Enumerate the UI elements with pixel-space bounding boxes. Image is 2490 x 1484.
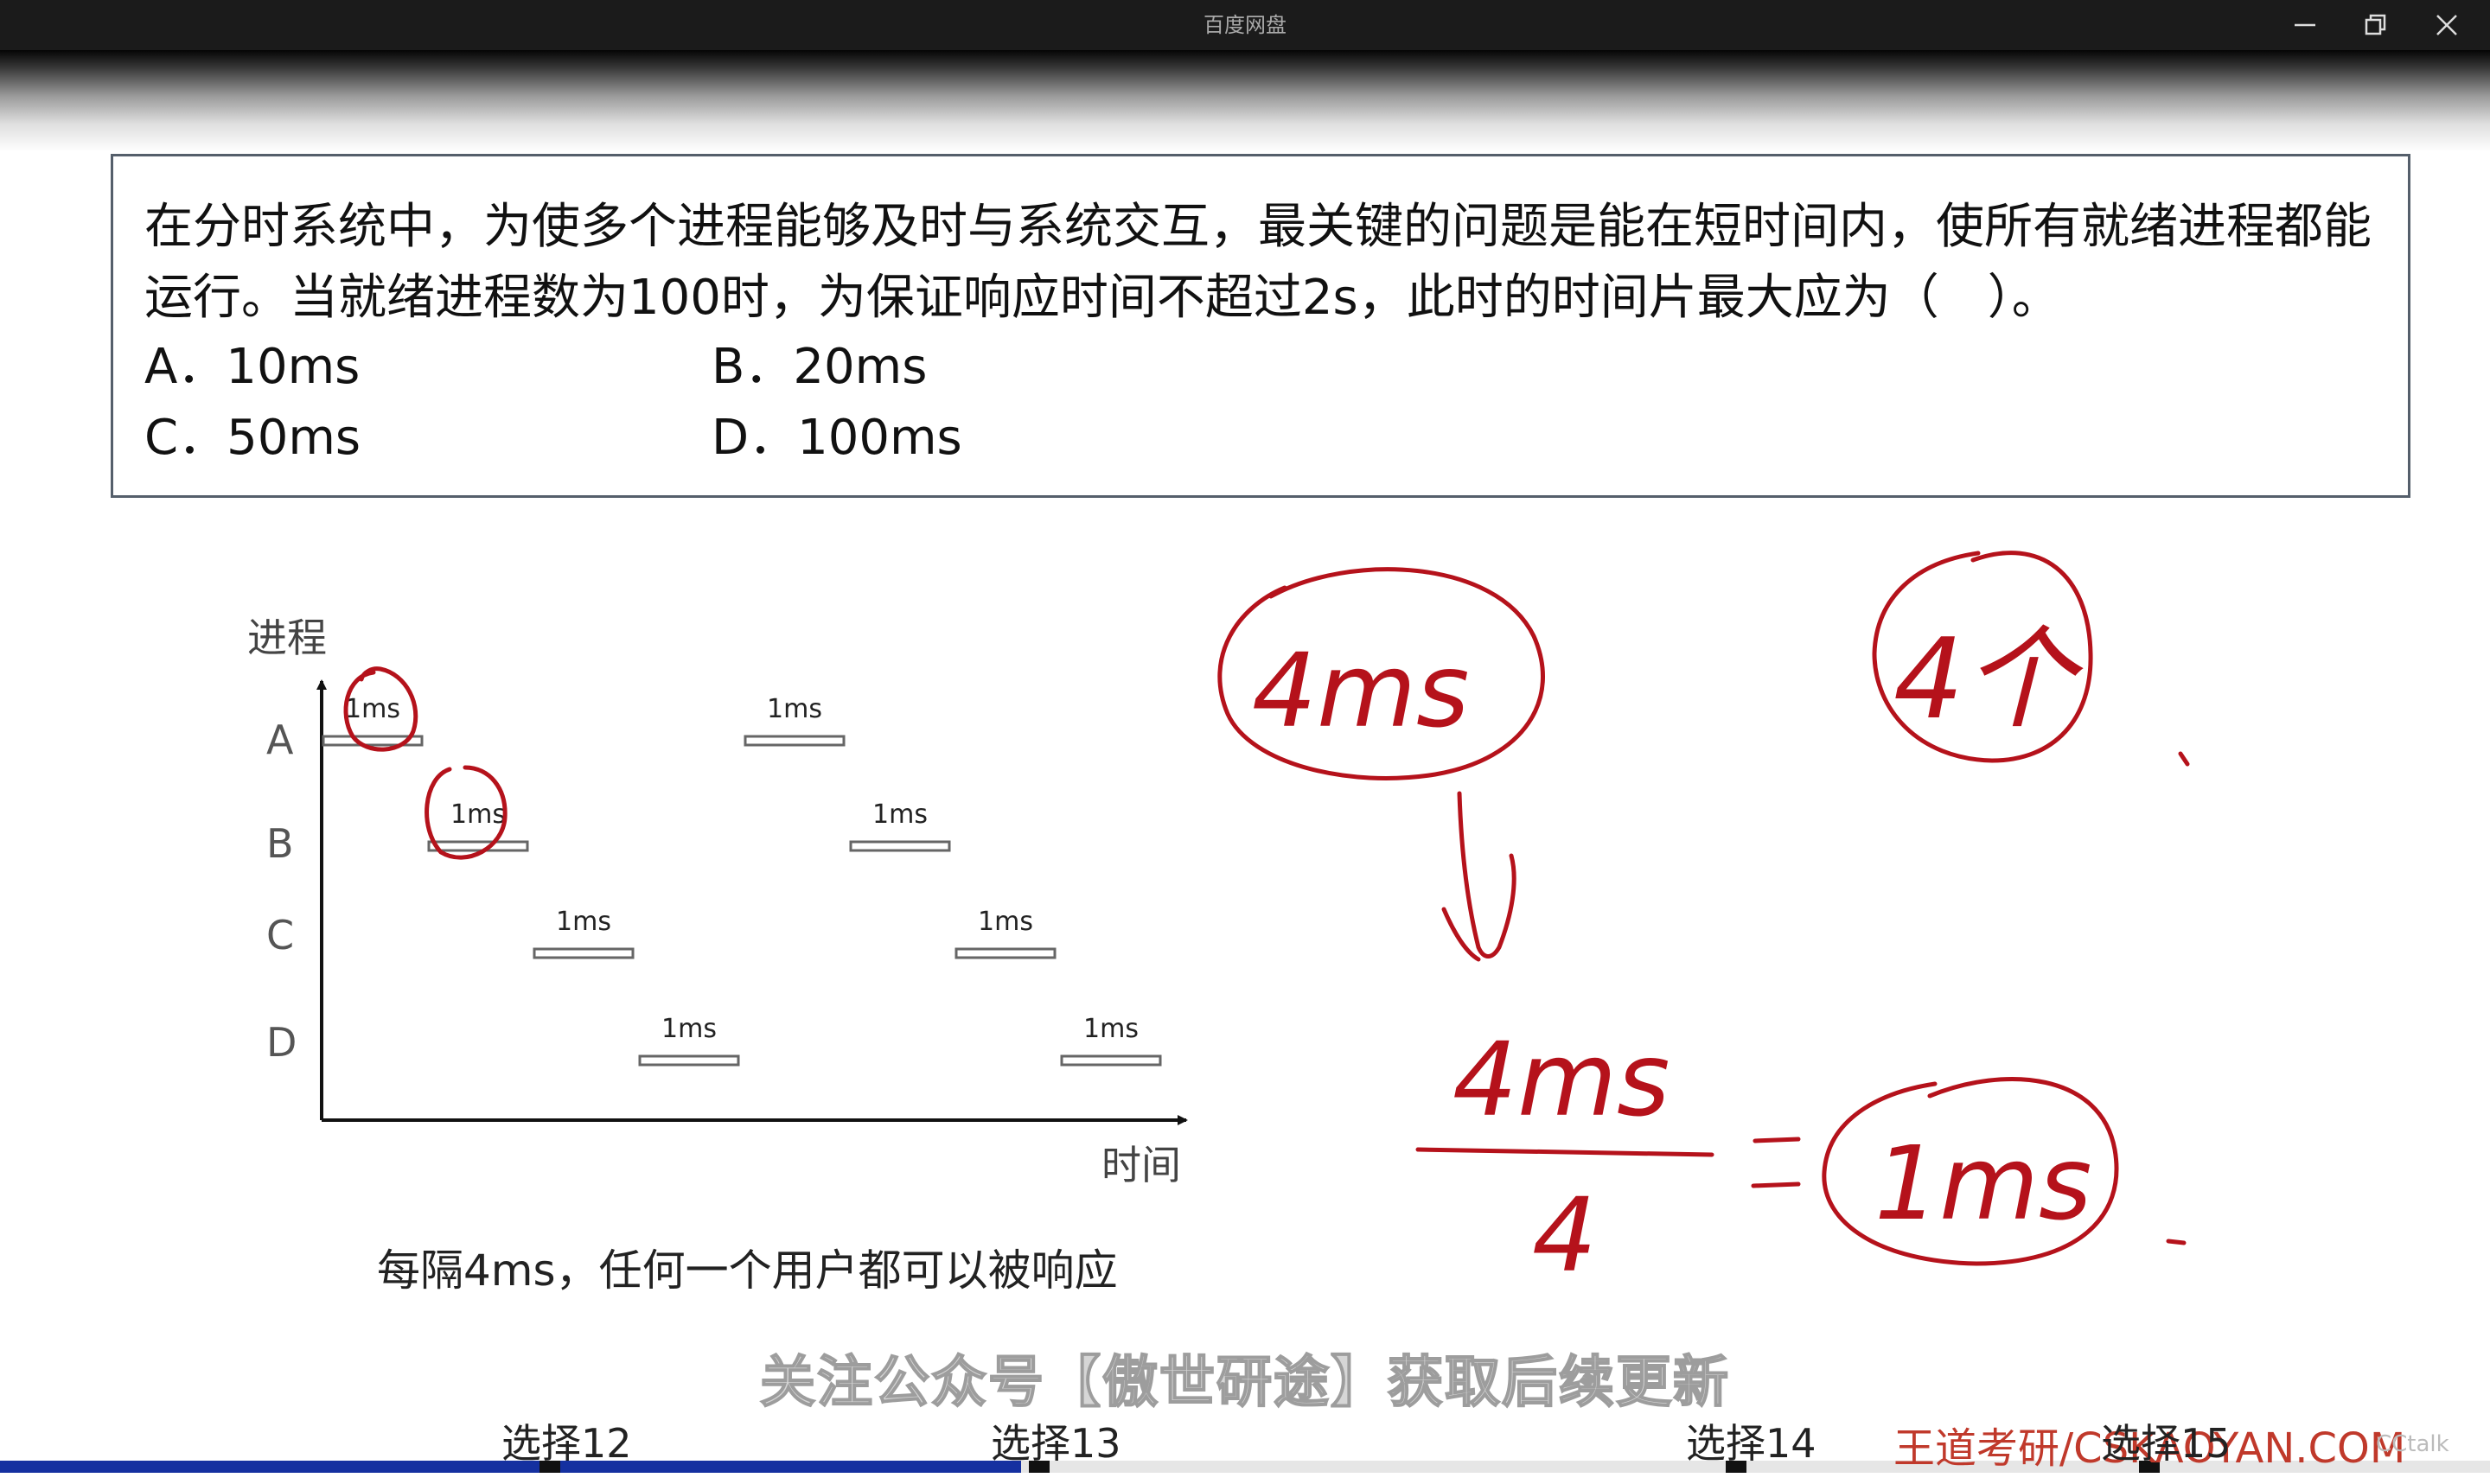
ink-result: 1ms bbox=[1874, 1124, 2092, 1243]
chapter-label-14[interactable]: 选择14 bbox=[1686, 1412, 1816, 1469]
ink-4ge: 4个 bbox=[1893, 615, 2084, 744]
chapter-label-13[interactable]: 选择13 bbox=[991, 1412, 1121, 1469]
diagram-caption: 每隔4ms，任何一个用户都可以被响应 bbox=[377, 1245, 1118, 1296]
ink-denominator: 4 bbox=[1532, 1175, 1597, 1295]
cctalk-watermark: CCtalk bbox=[2376, 1431, 2449, 1457]
chapter-label-15[interactable]: 选择15 bbox=[2101, 1412, 2231, 1469]
ink-4ms-top: 4ms bbox=[1252, 631, 1470, 750]
fraction-bar bbox=[1415, 1147, 1714, 1157]
handwriting-layer: 4ms 4个 4ms 4 1ms bbox=[343, 551, 2190, 1295]
subtitle-watermark: 关注公众号【傲世研途】获取后续更新 bbox=[759, 1350, 1730, 1416]
stray-mark-1 bbox=[2178, 751, 2190, 767]
circle-a-slice bbox=[343, 666, 418, 752]
chapter-label-12[interactable]: 选择12 bbox=[501, 1412, 632, 1469]
circle-b-slice bbox=[425, 765, 508, 860]
arrow-down bbox=[1457, 791, 1516, 959]
stray-mark-2 bbox=[2166, 1239, 2187, 1245]
ink-numerator: 4ms bbox=[1452, 1020, 1670, 1139]
equals-sign-ink bbox=[1751, 1137, 1801, 1188]
